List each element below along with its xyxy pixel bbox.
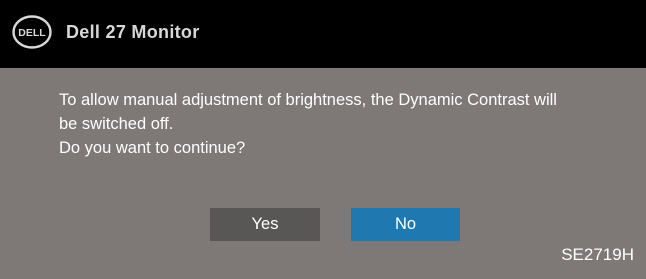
- message-line-2: be switched off.: [59, 115, 174, 133]
- dell-logo-icon: DELL: [12, 15, 52, 49]
- osd-header: DELL Dell 27 Monitor: [0, 0, 646, 68]
- logo-text: DELL: [18, 27, 46, 39]
- confirmation-message: To allow manual adjustment of brightness…: [59, 88, 639, 160]
- monitor-osd-dialog: DELL Dell 27 Monitor To allow manual adj…: [0, 0, 646, 279]
- dialog-body: To allow manual adjustment of brightness…: [0, 68, 646, 279]
- yes-button[interactable]: Yes: [210, 208, 320, 241]
- no-button[interactable]: No: [351, 208, 460, 241]
- monitor-title: Dell 27 Monitor: [66, 22, 200, 42]
- message-line-3: Do you want to continue?: [59, 139, 246, 157]
- message-line-1: To allow manual adjustment of brightness…: [59, 91, 557, 109]
- model-number: SE2719H: [561, 245, 634, 264]
